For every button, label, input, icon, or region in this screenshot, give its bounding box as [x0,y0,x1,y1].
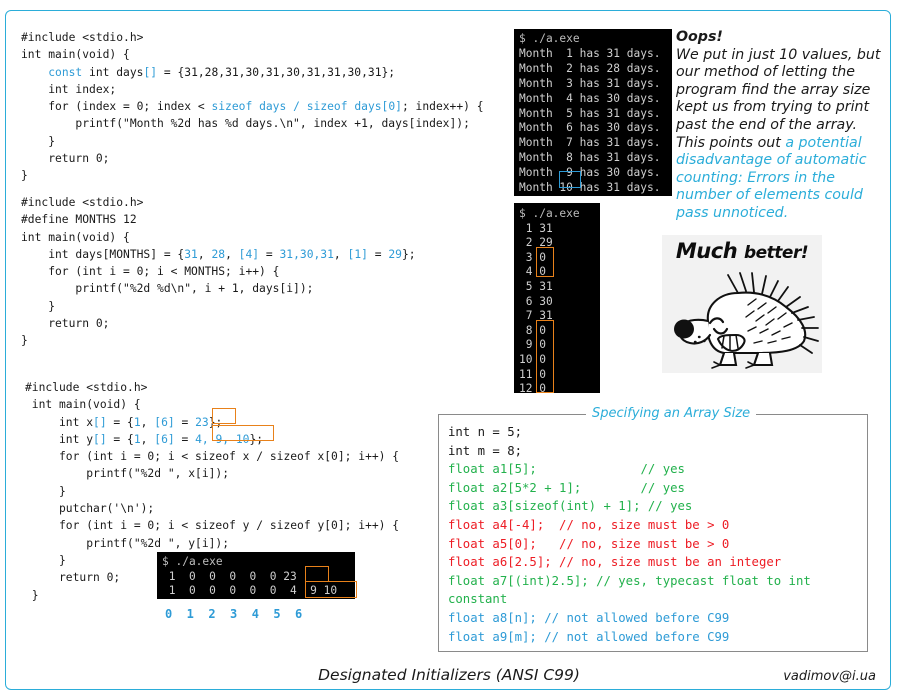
highlight-box-y-4-9-10 [305,581,357,598]
code-block-automatic-counting: #include <stdio.h> int main(void) { cons… [21,29,484,185]
note-oops: Oops! We put in just 10 values, but our … [676,29,888,223]
highlight-box-y-values [212,425,274,441]
terminal-prompt: $ ./a.exe [519,207,580,220]
terminal-output-months-10: $ ./a.exe Month 1 has 31 days. Month 2 h… [514,29,672,196]
slide-frame: #include <stdio.h> int main(void) { cons… [5,10,891,690]
code-line: #include <stdio.h> #define MONTHS 12 int… [21,196,416,348]
array-size-code: int n = 5; int m = 8; float a1[5]; // ye… [448,423,811,646]
code-line: int n = 5; int m = 8; float a1[5]; // ye… [448,425,811,644]
note-oops-heading: Oops! [676,29,723,45]
highlight-box-x-value [212,408,236,424]
highlight-box-zeros-3-4 [536,247,554,277]
array-size-legend: Specifying an Array Size [586,406,757,421]
highlight-box-x-23 [305,566,329,582]
picture-much-better: Much better! [662,235,822,373]
terminal-body: Month 1 has 31 days. Month 2 has 28 days… [519,46,661,195]
highlight-box-month-10 [559,171,581,188]
highlight-box-zeros-8-12 [536,320,554,393]
picture-caption: Much better! [662,239,822,263]
terminal-output-designated-months: $ ./a.exe 1 31 2 29 3 0 4 0 5 31 6 30 7 … [514,203,600,395]
hedgehog-illustration [674,272,819,369]
picture-caption-bold: Much [675,239,738,263]
code-line: #include <stdio.h> int main(void) { cons… [21,31,484,183]
author-credit: vadimov@i.ua [783,669,876,684]
terminal-prompt: $ ./a.exe [519,32,580,45]
code-block-designated-months: #include <stdio.h> #define MONTHS 12 int… [21,194,416,350]
terminal-prompt: $ ./a.exe [162,555,223,568]
index-row: 0 1 2 3 4 5 6 [165,607,303,621]
picture-caption-rest: better! [743,243,809,263]
page-title: Designated Initializers (ANSI C99) [318,666,580,684]
